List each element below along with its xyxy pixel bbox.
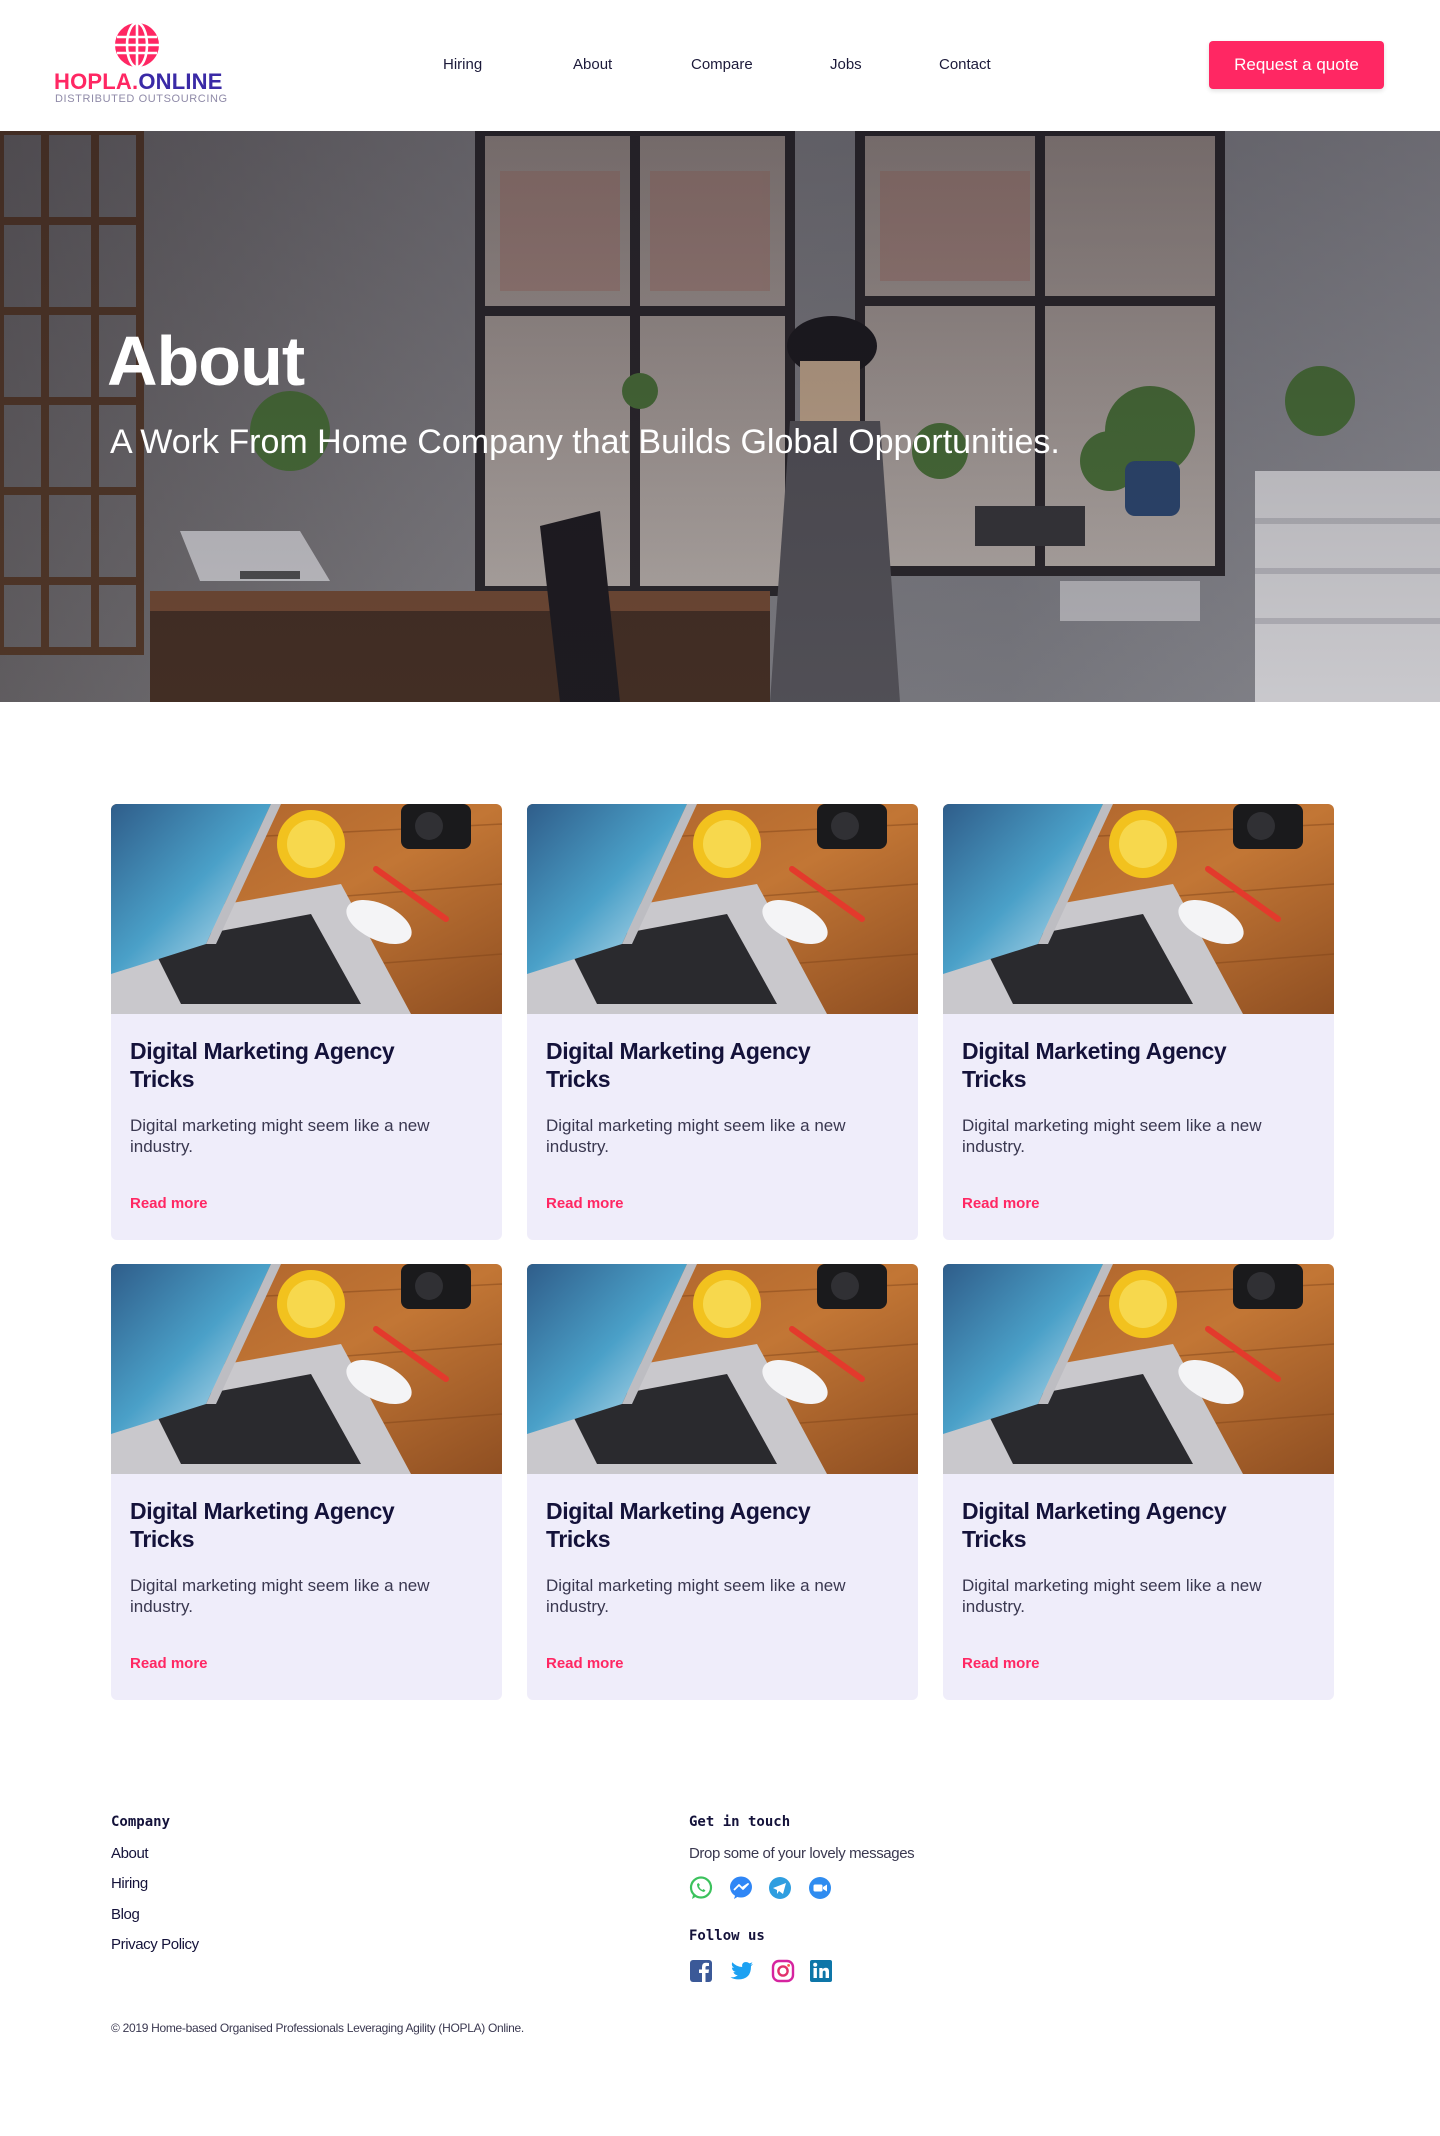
logo-wordmark: HOPLA.ONLINE <box>54 69 223 95</box>
hero-subtitle: A Work From Home Company that Builds Glo… <box>110 423 1060 461</box>
zoom-icon[interactable] <box>807 1875 833 1901</box>
post-thumbnail <box>527 1264 918 1474</box>
read-more-link[interactable]: Read more <box>962 1195 1040 1212</box>
messenger-icon[interactable] <box>728 1875 754 1901</box>
read-more-link[interactable]: Read more <box>546 1655 624 1672</box>
post-excerpt: Digital marketing might seem like a new … <box>962 1116 1262 1156</box>
nav-hiring[interactable]: Hiring <box>443 56 482 73</box>
post-title[interactable]: Digital Marketing Agency Tricks <box>546 1037 846 1093</box>
post-excerpt: Digital marketing might seem like a new … <box>130 1576 430 1616</box>
hero-banner: About A Work From Home Company that Buil… <box>0 131 1440 702</box>
read-more-link[interactable]: Read more <box>962 1655 1040 1672</box>
post-thumbnail <box>943 1264 1334 1474</box>
post-thumbnail <box>111 804 502 1014</box>
post-card[interactable]: Digital Marketing Agency Tricks Digital … <box>943 1264 1334 1700</box>
read-more-link[interactable]: Read more <box>546 1195 624 1212</box>
logo-word-part2: ONLINE <box>138 69 223 94</box>
post-thumbnail <box>527 804 918 1014</box>
read-more-link[interactable]: Read more <box>130 1195 208 1212</box>
footer-follow-heading: Follow us <box>689 1928 765 1944</box>
request-quote-button[interactable]: Request a quote <box>1209 41 1384 89</box>
post-title[interactable]: Digital Marketing Agency Tricks <box>130 1497 430 1553</box>
hero-background-image <box>0 131 1440 702</box>
facebook-icon[interactable] <box>688 1958 714 1984</box>
post-card[interactable]: Digital Marketing Agency Tricks Digital … <box>111 1264 502 1700</box>
nav-compare[interactable]: Compare <box>691 56 753 73</box>
globe-icon <box>115 22 159 68</box>
logo[interactable]: HOPLA.ONLINE DISTRIBUTED OUTSOURCING <box>54 22 234 110</box>
post-excerpt: Digital marketing might seem like a new … <box>546 1116 846 1156</box>
post-excerpt: Digital marketing might seem like a new … <box>546 1576 846 1616</box>
post-excerpt: Digital marketing might seem like a new … <box>130 1116 430 1156</box>
footer-link-privacy-policy[interactable]: Privacy Policy <box>111 1936 199 1953</box>
post-title[interactable]: Digital Marketing Agency Tricks <box>130 1037 430 1093</box>
footer-contact-heading: Get in touch <box>689 1814 791 1830</box>
whatsapp-icon[interactable] <box>688 1875 714 1901</box>
post-thumbnail <box>111 1264 502 1474</box>
post-excerpt: Digital marketing might seem like a new … <box>962 1576 1262 1616</box>
footer-link-hiring[interactable]: Hiring <box>111 1875 148 1892</box>
footer-link-about[interactable]: About <box>111 1845 149 1862</box>
twitter-icon[interactable] <box>729 1958 755 1984</box>
post-card[interactable]: Digital Marketing Agency Tricks Digital … <box>111 804 502 1240</box>
copyright-text: © 2019 Home-based Organised Professional… <box>111 2021 524 2035</box>
logo-tagline: DISTRIBUTED OUTSOURCING <box>55 93 228 105</box>
post-title[interactable]: Digital Marketing Agency Tricks <box>962 1497 1262 1553</box>
site-header: HOPLA.ONLINE DISTRIBUTED OUTSOURCING Hir… <box>0 0 1440 131</box>
post-title[interactable]: Digital Marketing Agency Tricks <box>546 1497 846 1553</box>
logo-word-part1: HOPLA. <box>54 69 139 94</box>
post-card[interactable]: Digital Marketing Agency Tricks Digital … <box>527 1264 918 1700</box>
post-card[interactable]: Digital Marketing Agency Tricks Digital … <box>943 804 1334 1240</box>
post-title[interactable]: Digital Marketing Agency Tricks <box>962 1037 1262 1093</box>
nav-jobs[interactable]: Jobs <box>830 56 862 73</box>
linkedin-icon[interactable] <box>808 1958 834 1984</box>
post-card[interactable]: Digital Marketing Agency Tricks Digital … <box>527 804 918 1240</box>
telegram-icon[interactable] <box>767 1875 793 1901</box>
footer-company-heading: Company <box>111 1814 171 1830</box>
read-more-link[interactable]: Read more <box>130 1655 208 1672</box>
footer-link-blog[interactable]: Blog <box>111 1906 140 1923</box>
instagram-icon[interactable] <box>770 1958 796 1984</box>
footer-contact-text: Drop some of your lovely messages <box>689 1845 915 1862</box>
post-thumbnail <box>943 804 1334 1014</box>
hero-title: About <box>107 322 305 400</box>
nav-contact[interactable]: Contact <box>939 56 991 73</box>
nav-about[interactable]: About <box>573 56 612 73</box>
